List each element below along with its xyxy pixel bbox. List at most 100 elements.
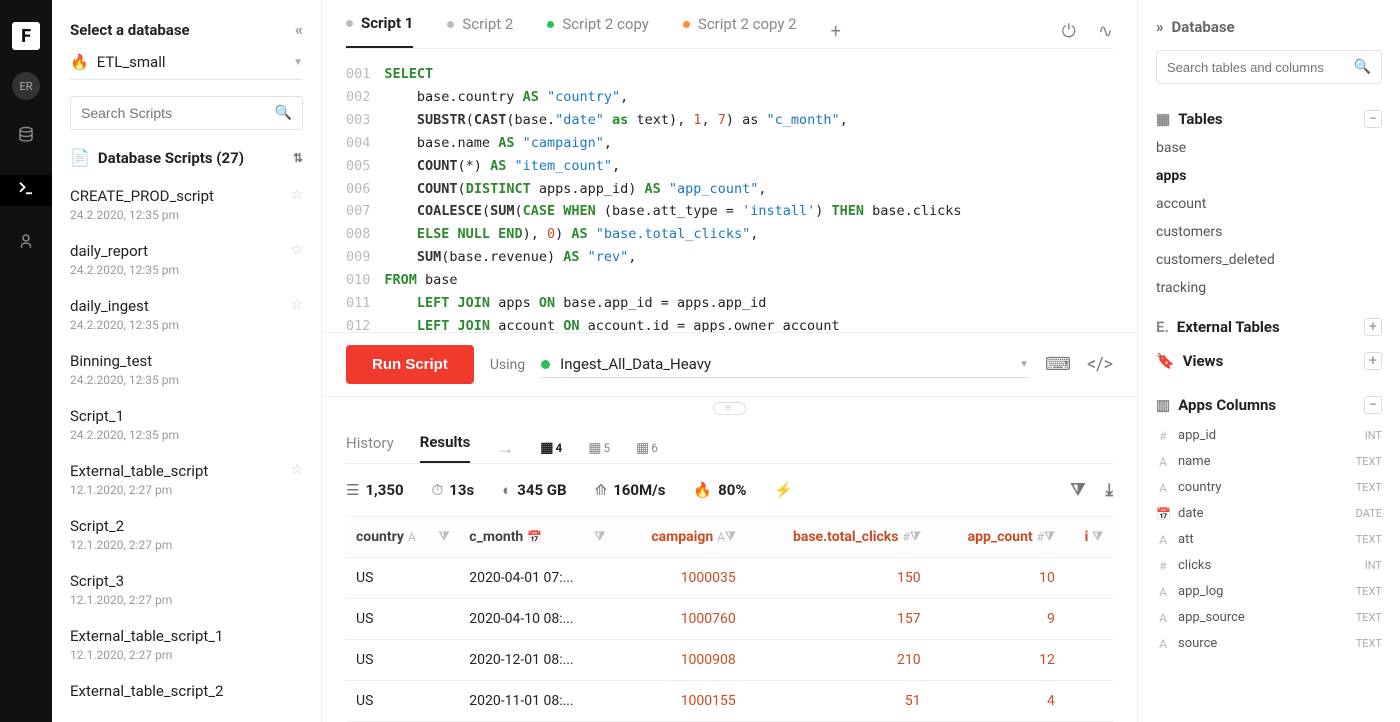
type-icon: # <box>1156 559 1170 573</box>
code-area[interactable]: SELECT base.country AS "country", SUBSTR… <box>384 63 961 322</box>
rows-count: 1,350 <box>365 481 403 499</box>
script-item[interactable]: External_table_script_2 <box>70 674 303 715</box>
column-item[interactable]: #clicksINT <box>1156 558 1382 573</box>
caret-down-icon: ▼ <box>293 57 303 68</box>
column-header[interactable]: i⧩ <box>1065 517 1113 558</box>
user-icon[interactable] <box>0 228 52 259</box>
filter-icon[interactable]: ⧩ <box>1044 529 1055 544</box>
add-tab-icon[interactable]: + <box>831 21 841 42</box>
sort-icon[interactable]: ⇅ <box>293 151 303 165</box>
script-item[interactable]: Script_312.1.2020, 2:27 pm <box>70 564 303 619</box>
script-item[interactable]: External_table_script12.1.2020, 2:27 pm☆ <box>70 454 303 509</box>
script-item[interactable]: CREATE_PROD_script24.2.2020, 12:35 pm☆ <box>70 179 303 234</box>
search-scripts-input[interactable]: 🔍 <box>70 96 303 130</box>
database-selector[interactable]: 🔥 ETL_small ▼ <box>70 53 303 80</box>
column-item[interactable]: AattTEXT <box>1156 532 1382 547</box>
expand-section-icon[interactable]: + <box>1364 352 1382 370</box>
column-item[interactable]: AsourceTEXT <box>1156 636 1382 651</box>
fire-icon: 🔥 <box>693 481 712 499</box>
database-icon[interactable] <box>0 122 52 153</box>
app-logo[interactable]: F <box>12 22 40 50</box>
filter-icon[interactable]: ⧩ <box>1092 529 1103 544</box>
script-item[interactable]: Script_212.1.2020, 2:27 pm <box>70 509 303 564</box>
scripts-header: Database Scripts (27) <box>98 149 244 167</box>
tables-list: base apps account customers customers_delete… <box>1156 136 1382 310</box>
nav-rail: F ER <box>0 0 52 722</box>
download-icon[interactable]: ⤓ <box>1105 480 1113 500</box>
column-item[interactable]: Aapp_logTEXT <box>1156 584 1382 599</box>
column-item[interactable]: AnameTEXT <box>1156 454 1382 469</box>
engine-selector[interactable]: Ingest_All_Data_Heavy ▼ <box>541 351 1029 378</box>
grid-4-icon[interactable]: ▦4 <box>540 440 562 456</box>
column-item[interactable]: AcountryTEXT <box>1156 480 1382 495</box>
section-external: External Tables <box>1177 318 1280 336</box>
run-script-button[interactable]: Run Script <box>346 345 474 384</box>
filter-icon[interactable]: ⧩ <box>725 529 736 544</box>
table-row[interactable]: US2020-04-01 07:...100003515010 <box>346 558 1113 599</box>
column-header[interactable]: c_month📅⧩ <box>459 517 615 558</box>
expand-section-icon[interactable]: + <box>1364 318 1382 336</box>
grid-6-icon[interactable]: ▦6 <box>636 440 658 456</box>
search-icon: 🔍 <box>1354 59 1371 75</box>
search-scripts-field[interactable] <box>81 105 275 121</box>
search-tables-input[interactable]: 🔍 <box>1156 50 1382 84</box>
star-icon[interactable]: ☆ <box>290 187 303 203</box>
star-icon[interactable]: ☆ <box>290 297 303 313</box>
power-icon[interactable]: ⏻ <box>1062 21 1076 42</box>
using-label: Using <box>490 357 525 373</box>
bolt-icon: ⚡ <box>774 481 793 499</box>
table-item[interactable]: customers <box>1156 224 1382 240</box>
column-header[interactable]: countryA⧩ <box>346 517 459 558</box>
table-row[interactable]: US2020-12-01 08:...100090821012 <box>346 640 1113 681</box>
filter-icon[interactable]: ⧩ <box>1070 480 1085 500</box>
filter-icon[interactable]: ⧩ <box>594 529 605 544</box>
tab-history[interactable]: History <box>346 434 394 462</box>
table-item[interactable]: customers_deleted <box>1156 252 1382 268</box>
filter-icon[interactable]: ⧩ <box>910 529 921 544</box>
star-icon[interactable]: ☆ <box>290 462 303 478</box>
star-icon[interactable]: ☆ <box>290 242 303 258</box>
time-value: 13s <box>449 481 474 499</box>
editor-tab[interactable]: Script 2 copy 2 <box>683 15 797 47</box>
fire-icon: 🔥 <box>70 53 89 71</box>
tab-results[interactable]: Results <box>420 433 471 463</box>
table-row[interactable]: US2020-04-10 08:...10007601579 <box>346 599 1113 640</box>
table-item[interactable]: base <box>1156 140 1382 156</box>
table-item[interactable]: account <box>1156 196 1382 212</box>
table-item[interactable]: tracking <box>1156 280 1382 296</box>
script-item[interactable]: daily_ingest24.2.2020, 12:35 pm☆ <box>70 289 303 344</box>
search-tables-field[interactable] <box>1167 59 1354 75</box>
wave-icon[interactable]: ∿ <box>1098 21 1113 42</box>
script-item[interactable]: daily_report24.2.2020, 12:35 pm☆ <box>70 234 303 289</box>
sql-editor[interactable]: 001 002 003 004 005 006 007 008 009 010 … <box>322 49 1137 332</box>
script-item[interactable]: Binning_test24.2.2020, 12:35 pm <box>70 344 303 399</box>
resize-handle[interactable]: ≡ <box>322 397 1137 423</box>
grid-5-icon[interactable]: ▦5 <box>588 440 610 456</box>
user-avatar[interactable]: ER <box>12 72 40 100</box>
filter-icon[interactable]: ⧩ <box>439 529 450 544</box>
table-item[interactable]: apps <box>1156 168 1382 184</box>
script-item[interactable]: Script_124.2.2020, 12:35 pm <box>70 399 303 454</box>
search-icon: 🔍 <box>275 105 292 121</box>
column-header[interactable]: base.total_clicks#⧩ <box>746 517 931 558</box>
column-header[interactable]: campaignA⧩ <box>615 517 746 558</box>
script-item[interactable]: External_table_script_112.1.2020, 2:27 p… <box>70 619 303 674</box>
results-table: countryA⧩c_month📅⧩campaignA⧩base.total_c… <box>322 516 1137 722</box>
column-item[interactable]: #app_idINT <box>1156 428 1382 443</box>
editor-tab[interactable]: Script 2 <box>447 15 513 47</box>
table-row[interactable]: US2020-11-01 08:...1000155514 <box>346 681 1113 722</box>
collapse-section-icon[interactable]: − <box>1364 396 1382 414</box>
keyboard-icon[interactable]: ⌨ <box>1045 354 1071 375</box>
type-icon: A <box>1156 585 1170 599</box>
arrow-right-icon[interactable]: → <box>496 438 514 459</box>
column-item[interactable]: 📅dateDATE <box>1156 506 1382 521</box>
editor-tab[interactable]: Script 1 <box>346 14 413 48</box>
collapse-icon[interactable]: « <box>295 20 303 39</box>
column-item[interactable]: Aapp_sourceTEXT <box>1156 610 1382 625</box>
code-icon[interactable]: </> <box>1087 354 1113 375</box>
editor-tab[interactable]: Script 2 copy <box>547 15 649 47</box>
column-header[interactable]: app_count#⧩ <box>931 517 1065 558</box>
chevron-icon[interactable]: » <box>1156 18 1164 36</box>
collapse-section-icon[interactable]: − <box>1364 110 1382 128</box>
terminal-icon[interactable] <box>0 175 52 206</box>
